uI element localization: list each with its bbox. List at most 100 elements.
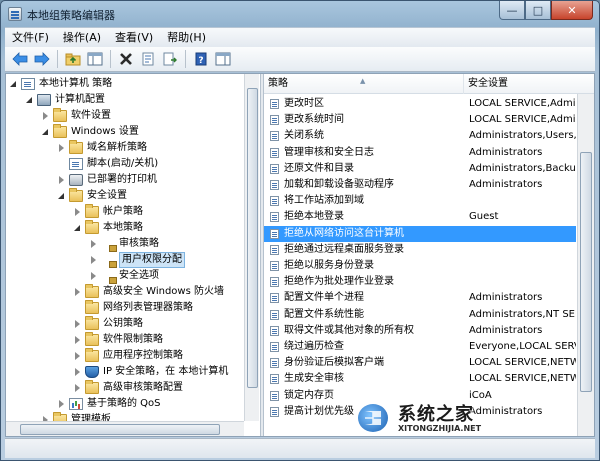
table-row[interactable]: 生成安全审核 LOCAL SERVICE,NETWO... [264, 371, 576, 387]
expand-arrow-icon[interactable] [74, 352, 82, 360]
security-setting-value: Administrators [469, 146, 543, 158]
tree-node-label: Windows 设置 [71, 126, 139, 137]
tree-node[interactable]: 用户权限分配 [6, 252, 242, 268]
security-setting-value: Administrators,NT SERVI... [469, 308, 576, 320]
window-title: 本地组策略编辑器 [27, 9, 115, 22]
tree-node[interactable]: 已部署的打印机 [6, 172, 242, 188]
expand-arrow-icon[interactable] [74, 288, 82, 296]
tree-node[interactable]: 本地策略 [6, 220, 242, 236]
policy-name: 拒绝本地登录 [284, 211, 344, 223]
tree-node[interactable]: 帐户策略 [6, 204, 242, 220]
tree-node-label: 基于策略的 QoS [87, 398, 161, 409]
policy-item-icon [270, 212, 279, 223]
tree-node[interactable]: 域名解析策略 [6, 140, 242, 156]
table-row[interactable]: 拒绝通过远程桌面服务登录 [264, 242, 576, 258]
collapse-arrow-icon[interactable] [58, 192, 66, 200]
menu-help[interactable]: 帮助(H) [160, 28, 213, 48]
tree-node[interactable]: 安全选项 [6, 268, 242, 284]
expand-arrow-icon[interactable] [74, 208, 82, 216]
help-button[interactable]: ? [192, 50, 210, 68]
expand-arrow-icon[interactable] [42, 112, 50, 120]
policy-name: 管理审核和安全日志 [284, 146, 374, 158]
security-setting-value: Administrators,Backup ... [469, 162, 576, 174]
tree-node[interactable]: 基于策略的 QoS [6, 396, 242, 412]
tree-hscroll-thumb[interactable] [20, 424, 220, 435]
table-row[interactable]: 将工作站添加到域 [264, 193, 576, 209]
up-level-button[interactable] [64, 50, 82, 68]
collapse-arrow-icon[interactable] [26, 96, 34, 104]
show-pane-button[interactable] [214, 50, 232, 68]
tree-horizontal-scrollbar[interactable] [6, 421, 244, 436]
export-list-button[interactable] [161, 50, 179, 68]
table-row[interactable]: 拒绝作为批处理作业登录 [264, 274, 576, 290]
table-row[interactable]: 管理审核和安全日志 Administrators [264, 145, 576, 161]
table-row[interactable]: 绕过遍历检查 Everyone,LOCAL SERVIC... [264, 339, 576, 355]
tree-node[interactable]: 应用程序控制策略 [6, 348, 242, 364]
tree-node[interactable]: 脚本(启动/关机) [6, 156, 242, 172]
tree-node[interactable]: 安全设置 [6, 188, 242, 204]
table-row[interactable]: 拒绝从网络访问这台计算机 [264, 225, 576, 242]
column-header-policy[interactable]: 策略 ▲ [264, 74, 464, 94]
menu-view[interactable]: 查看(V) [108, 28, 160, 48]
tree-node[interactable]: IP 安全策略，在 本地计算机 [6, 364, 242, 380]
tree-node[interactable]: 公钥策略 [6, 316, 242, 332]
expand-arrow-icon[interactable] [58, 176, 66, 184]
column-header-security-setting[interactable]: 安全设置 [464, 74, 594, 94]
expand-arrow-icon[interactable] [58, 144, 66, 152]
table-row[interactable]: 更改系统时间 LOCAL SERVICE,Admini... [264, 112, 576, 128]
menu-file[interactable]: 文件(F) [5, 28, 56, 48]
policy-name: 拒绝通过远程桌面服务登录 [284, 243, 404, 255]
policy-name: 关闭系统 [284, 130, 324, 142]
table-row[interactable]: 配置文件系统性能 Administrators,NT SERVI... [264, 307, 576, 323]
table-row[interactable]: 还原文件和目录 Administrators,Backup ... [264, 161, 576, 177]
tree-node[interactable]: 计算机配置 [6, 92, 242, 108]
table-row[interactable]: 身份验证后模拟客户端 LOCAL SERVICE,NETWO... [264, 355, 576, 371]
expand-arrow-icon[interactable] [90, 256, 98, 264]
tree-vertical-scrollbar[interactable] [244, 74, 259, 421]
policy-item-icon [270, 277, 279, 288]
forward-button[interactable] [33, 50, 51, 68]
menu-action[interactable]: 操作(A) [56, 28, 108, 48]
expand-arrow-icon[interactable] [90, 272, 98, 280]
table-row[interactable]: 拒绝以服务身份登录 [264, 258, 576, 274]
table-row[interactable]: 加载和卸载设备驱动程序 Administrators [264, 177, 576, 193]
expand-arrow-icon[interactable] [74, 368, 82, 376]
tree-node[interactable]: 软件设置 [6, 108, 242, 124]
tree-node[interactable]: Windows 设置 [6, 124, 242, 140]
table-row[interactable]: 拒绝本地登录 Guest [264, 209, 576, 225]
console-tree: 本地计算机 策略 计算机配置 软件设置 Windows 设置域名解析策略 脚本(启动/关… [6, 74, 260, 436]
tree-node[interactable]: 网络列表管理器策略 [6, 300, 242, 316]
collapse-arrow-icon[interactable] [10, 80, 18, 88]
collapse-arrow-icon[interactable] [42, 128, 50, 136]
properties-button[interactable] [139, 50, 157, 68]
expand-arrow-icon[interactable] [74, 384, 82, 392]
title-bar[interactable]: 本地组策略编辑器 — □ ✕ [1, 1, 599, 27]
tree-node[interactable]: 软件限制策略 [6, 332, 242, 348]
collapse-arrow-icon[interactable] [74, 224, 82, 232]
expand-arrow-icon[interactable] [74, 320, 82, 328]
expand-arrow-icon[interactable] [58, 400, 66, 408]
tree-node[interactable]: 高级安全 Windows 防火墙 [6, 284, 242, 300]
show-hide-tree-button[interactable] [86, 50, 104, 68]
tree-node[interactable]: 本地计算机 策略 [6, 76, 242, 92]
ip-security-icon [85, 366, 99, 378]
table-row[interactable]: 配置文件单个进程 Administrators [264, 290, 576, 306]
delete-button[interactable] [117, 50, 135, 68]
back-button[interactable] [11, 50, 29, 68]
table-row[interactable]: 更改时区 LOCAL SERVICE,Admini... [264, 96, 576, 112]
folder-up-icon [65, 53, 81, 66]
policy-name: 拒绝以服务身份登录 [284, 260, 374, 271]
expand-arrow-icon[interactable] [90, 240, 98, 248]
table-row[interactable]: 取得文件或其他对象的所有权 Administrators [264, 323, 576, 339]
minimize-button[interactable]: — [499, 1, 525, 20]
maximize-button[interactable]: □ [525, 1, 551, 20]
tree-scroll-thumb[interactable] [247, 88, 258, 388]
list-vertical-scrollbar[interactable] [577, 94, 594, 436]
tree-node-label: IP 安全策略，在 本地计算机 [103, 366, 229, 377]
close-button[interactable]: ✕ [551, 1, 593, 20]
list-scroll-thumb[interactable] [580, 152, 592, 392]
table-row[interactable]: 关闭系统 Administrators,Users,Ba... [264, 128, 576, 144]
tree-node[interactable]: 高级审核策略配置 [6, 380, 242, 396]
tree-node[interactable]: 审核策略 [6, 236, 242, 252]
expand-arrow-icon[interactable] [74, 336, 82, 344]
